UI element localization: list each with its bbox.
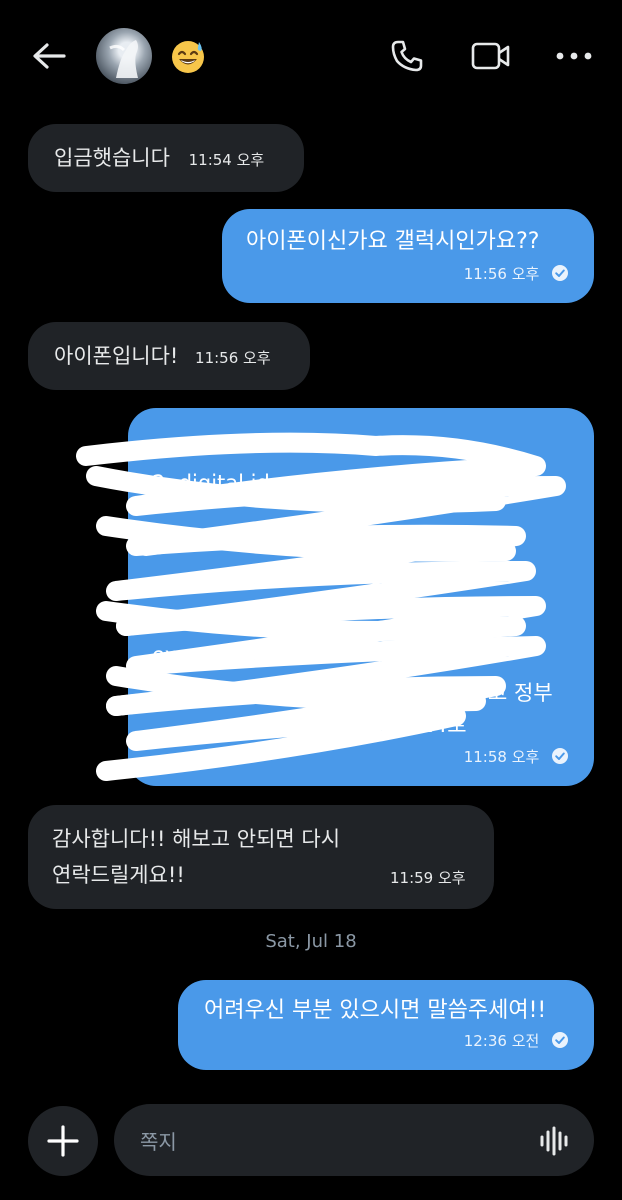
video-camera-icon: [471, 42, 510, 70]
message-text: 아이폰이신가요 갤럭시인가요??: [246, 229, 540, 254]
message-text: 아이폰입니다!: [54, 344, 179, 368]
more-horizontal-icon: [556, 52, 592, 60]
redaction-scribble: [76, 432, 566, 781]
video-call-button[interactable]: [468, 38, 514, 74]
voice-waveform-icon: [540, 1126, 568, 1156]
message-timestamp: 12:36 오전: [463, 1032, 540, 1050]
message-text: 어려우신 부분 있으시면 말씀주세여!!: [204, 998, 547, 1023]
avatar-image: [109, 40, 138, 78]
message-bubble-incoming[interactable]: 감사합니다!! 해보고 안되면 다시 연락드릴게요!! 11:59 오후: [28, 805, 494, 909]
add-media-button[interactable]: [28, 1106, 98, 1176]
message-timestamp: 11:56 오후: [195, 349, 271, 367]
call-button[interactable]: [388, 36, 426, 76]
conversation-header: [0, 0, 622, 112]
message-bubble-incoming[interactable]: 입금햇습니다 11:54 오후: [28, 124, 304, 192]
message-timestamp: 11:54 오후: [188, 151, 265, 169]
message-text: 감사합니다!! 해보고 안되면 다시: [52, 827, 341, 851]
read-receipt-icon: [552, 265, 568, 281]
arrow-left-icon: [33, 43, 66, 69]
message-input-placeholder: 쪽지: [140, 1129, 177, 1154]
message-text: 입금햇습니다: [54, 146, 170, 170]
message-bubble-outgoing-redacted[interactable]: 2. digital id expo 고 정부 -> 이름 정부 24로 11:…: [76, 408, 594, 786]
avatar[interactable]: [96, 28, 152, 84]
message-timestamp: 11:56 오후: [463, 265, 540, 283]
back-button[interactable]: [26, 36, 72, 76]
more-options-button[interactable]: [552, 44, 596, 68]
read-receipt-icon: [552, 748, 568, 764]
message-bubble-incoming[interactable]: 아이폰입니다! 11:56 오후: [28, 322, 310, 390]
plus-icon: [47, 1125, 79, 1157]
read-receipt-icon: [552, 1032, 568, 1048]
phone-icon: [391, 40, 423, 72]
message-input[interactable]: 쪽지: [114, 1104, 594, 1176]
message-bubble-outgoing[interactable]: 어려우신 부분 있으시면 말씀주세여!! 12:36 오전: [178, 980, 594, 1070]
voice-message-button[interactable]: [538, 1125, 572, 1157]
message-text: 연락드릴게요!!: [52, 863, 185, 887]
message-timestamp: 11:59 오후: [390, 869, 466, 887]
sweat-smile-emoji-icon: [170, 38, 206, 74]
message-bubble-outgoing[interactable]: 아이폰이신가요 갤럭시인가요?? 11:56 오후: [222, 209, 594, 303]
message-timestamp: 11:58 오후: [463, 748, 540, 766]
date-separator: Sat, Jul 18: [265, 931, 357, 952]
